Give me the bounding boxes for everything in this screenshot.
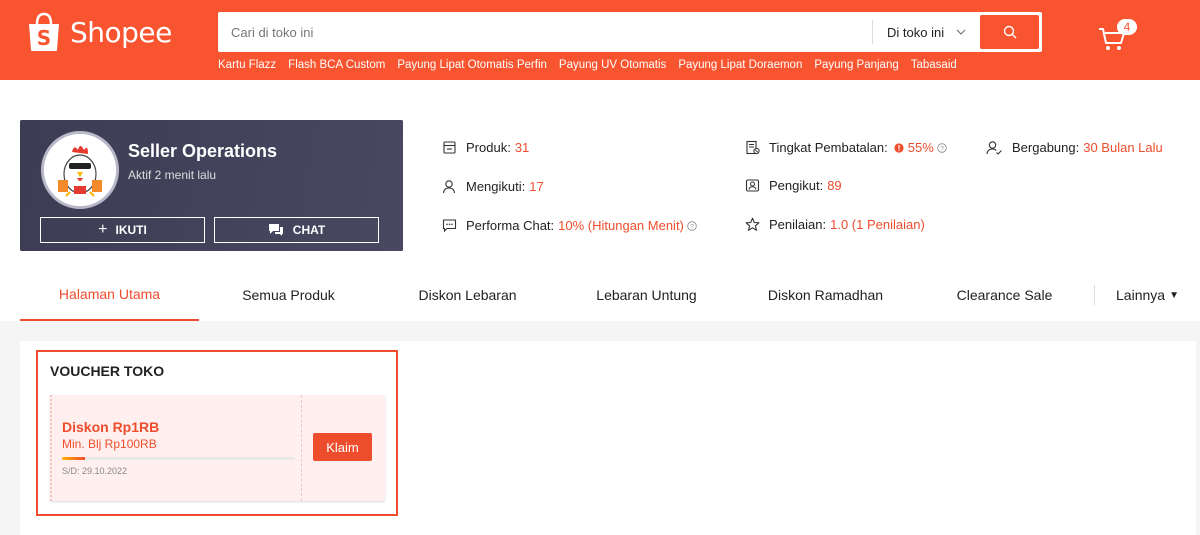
follow-label: IKUTI xyxy=(115,223,147,237)
quick-link[interactable]: Flash BCA Custom xyxy=(288,59,385,71)
help-icon[interactable]: ? xyxy=(687,220,697,231)
tab-diskon-lebaran[interactable]: Diskon Lebaran xyxy=(378,268,557,321)
chicken-mascot-image xyxy=(44,134,116,206)
stat-bergabung: Bergabung: 30 Bulan Lalu xyxy=(986,140,1163,155)
stat-pengikut: Pengikut: 89 xyxy=(745,178,842,193)
follow-button[interactable]: + IKUTI xyxy=(40,217,205,243)
voucher-section-title: VOUCHER TOKO xyxy=(50,363,165,379)
stat-pengikut-value: 89 xyxy=(827,178,842,193)
svg-text:?: ? xyxy=(940,145,944,152)
voucher-valid-until: S/D: 29.10.2022 xyxy=(62,466,128,476)
shopee-bag-icon: S xyxy=(29,12,59,51)
voucher-usage-fill xyxy=(62,457,86,460)
plus-icon: + xyxy=(98,221,108,238)
stat-bergabung-value: 30 Bulan Lalu xyxy=(1083,140,1163,155)
stat-performa-chat-label: Performa Chat: xyxy=(466,218,555,233)
search-input[interactable] xyxy=(218,12,870,52)
brand-name: Shopee xyxy=(70,15,172,49)
search-scope-label: Di toko ini xyxy=(887,24,945,40)
help-icon[interactable]: ? xyxy=(937,142,947,153)
caret-down-icon: ▼ xyxy=(1169,289,1179,301)
stat-penilaian-value: 1.0 (1 Penilaian) xyxy=(830,217,925,232)
voucher-section: VOUCHER TOKO Diskon Rp1RB Min. Blj Rp100… xyxy=(36,350,398,516)
chat-bubble-icon xyxy=(442,219,457,233)
tab-lainnya-label: Lainnya xyxy=(1116,287,1166,303)
user-check-icon xyxy=(986,141,1002,155)
shop-active-status: Aktif 2 menit lalu xyxy=(128,168,217,182)
quick-link[interactable]: Payung UV Otomatis xyxy=(559,59,666,71)
chat-icon xyxy=(268,224,283,236)
stat-performa-chat-value: 10% (Hitungan Menit) xyxy=(558,218,684,233)
claim-button[interactable]: Klaim xyxy=(313,433,372,461)
shop-tabs: Halaman Utama Semua Produk Diskon Lebara… xyxy=(0,268,1200,321)
top-header: S Shopee Di toko ini Kartu Flazz Flash B… xyxy=(0,0,1200,80)
stat-penilaian: Penilaian: 1.0 (1 Penilaian) xyxy=(745,217,925,232)
voucher-title: Diskon Rp1RB xyxy=(62,419,160,435)
chat-button[interactable]: CHAT xyxy=(214,217,379,243)
star-icon xyxy=(745,217,760,231)
followers-icon xyxy=(745,179,760,192)
tab-lainnya[interactable]: Lainnya ▼ xyxy=(1094,285,1200,305)
quick-link[interactable]: Payung Lipat Otomatis Perfin xyxy=(397,59,547,71)
voucher-min-purchase: Min. Blj Rp100RB xyxy=(62,437,157,451)
stat-tingkat-pembatalan-value: 55% xyxy=(907,140,934,155)
tab-diskon-ramadhan[interactable]: Diskon Ramadhan xyxy=(736,268,915,321)
search-icon xyxy=(1003,25,1016,39)
shop-info-section: Seller Operations Aktif 2 menit lalu + I… xyxy=(0,80,1200,321)
alert-icon xyxy=(894,142,904,153)
voucher-divider xyxy=(301,395,302,501)
search-scope-dropdown[interactable]: Di toko ini xyxy=(872,20,978,44)
voucher-details: Diskon Rp1RB Min. Blj Rp100RB S/D: 29.10… xyxy=(50,395,301,501)
stat-bergabung-label: Bergabung: xyxy=(1012,140,1080,155)
cart-count-badge: 4 xyxy=(1117,19,1137,35)
stat-mengikuti-value: 17 xyxy=(529,179,544,194)
stat-produk: Produk: 31 xyxy=(442,140,529,155)
cancel-document-icon xyxy=(746,140,760,155)
user-icon xyxy=(442,180,456,194)
stat-penilaian-label: Penilaian: xyxy=(769,217,827,232)
tab-halaman-utama[interactable]: Halaman Utama xyxy=(20,268,199,321)
tab-lebaran-untung[interactable]: Lebaran Untung xyxy=(557,268,736,321)
stat-mengikuti-label: Mengikuti: xyxy=(466,179,526,194)
svg-text:?: ? xyxy=(690,223,694,230)
stat-tingkat-pembatalan: Tingkat Pembatalan: 55% ? xyxy=(745,140,956,155)
stat-tingkat-pembatalan-label: Tingkat Pembatalan: xyxy=(769,140,888,155)
tab-clearance-sale[interactable]: Clearance Sale xyxy=(915,268,1094,321)
stat-produk-label: Produk: xyxy=(466,140,511,155)
quick-link[interactable]: Payung Lipat Doraemon xyxy=(678,59,802,71)
stat-performa-chat: Performa Chat: 10% (Hitungan Menit) ? xyxy=(442,218,706,233)
shop-avatar[interactable] xyxy=(41,131,119,209)
shop-name: Seller Operations xyxy=(128,141,278,161)
shop-card: Seller Operations Aktif 2 menit lalu + I… xyxy=(20,120,403,251)
search-button[interactable] xyxy=(980,15,1039,49)
stat-produk-value: 31 xyxy=(514,140,530,155)
shop-content: VOUCHER TOKO Diskon Rp1RB Min. Blj Rp100… xyxy=(20,341,1196,535)
chat-label: CHAT xyxy=(292,223,326,237)
search-bar: Di toko ini xyxy=(218,12,1042,52)
quick-search-links: Kartu Flazz Flash BCA Custom Payung Lipa… xyxy=(218,59,969,71)
quick-link[interactable]: Payung Panjang xyxy=(814,59,898,71)
store-icon xyxy=(443,141,456,154)
chevron-down-icon xyxy=(956,29,966,35)
quick-link[interactable]: Kartu Flazz xyxy=(218,59,276,71)
stat-mengikuti: Mengikuti: 17 xyxy=(442,179,544,194)
tab-semua-produk[interactable]: Semua Produk xyxy=(199,268,378,321)
shopee-logo[interactable]: S Shopee xyxy=(26,12,172,52)
voucher-card: Diskon Rp1RB Min. Blj Rp100RB S/D: 29.10… xyxy=(50,395,385,501)
svg-text:S: S xyxy=(37,26,51,50)
quick-link[interactable]: Tabasaid xyxy=(911,59,957,71)
voucher-usage-bar xyxy=(62,457,295,460)
stat-pengikut-label: Pengikut: xyxy=(769,178,824,193)
